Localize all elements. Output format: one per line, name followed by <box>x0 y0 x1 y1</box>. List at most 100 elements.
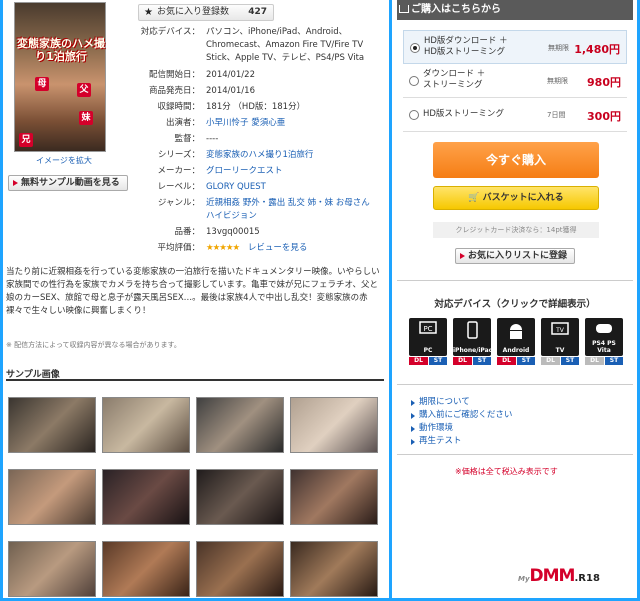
tv-icon: TV <box>551 322 569 335</box>
device-ps4-vita[interactable]: PS4 PS Vita DL ST <box>585 318 623 365</box>
info-value: 2014/01/16 <box>206 86 255 96</box>
info-key: 対応デバイス： <box>140 27 200 37</box>
product-detail: 変態家族のハメ撮り1泊旅行 母 父 妹 兄 イメージを拡大 無料サンプル動画を見… <box>6 0 384 601</box>
cover-image[interactable]: 変態家族のハメ撮り1泊旅行 母 父 妹 兄 <box>14 2 106 152</box>
option-hd-download-streaming[interactable]: HD版ダウンロード ＋ HD版ストリーミング 無期限 1,480円 <box>403 30 627 64</box>
info-value: パソコン、iPhone/iPad、Android、Chromecast、Amaz… <box>206 27 365 63</box>
cover-title: 変態家族のハメ撮り1泊旅行 <box>17 37 105 63</box>
favorites-count: 427 <box>248 7 267 17</box>
device-pc[interactable]: PC PC DL ST <box>409 318 447 365</box>
info-row-director: 監督： ---- <box>118 133 384 146</box>
column-divider <box>389 0 392 601</box>
option-period: 7日間 <box>547 111 566 119</box>
cast-link[interactable]: 小早川怜子 愛須心亜 <box>206 117 378 130</box>
sample-thumbnail[interactable] <box>196 469 284 525</box>
info-key: シリーズ： <box>157 150 200 160</box>
sample-thumbnail[interactable] <box>290 397 378 453</box>
info-row-duration: 収録時間： 181分 （HD版：181分） <box>118 101 384 114</box>
option-price: 300円 <box>587 110 621 123</box>
devices-title[interactable]: 対応デバイス（クリックで詳細表示） <box>397 296 633 310</box>
link-playback-test[interactable]: 再生テスト <box>411 435 621 447</box>
svg-text:TV: TV <box>555 327 565 334</box>
sample-thumbnail[interactable] <box>196 541 284 597</box>
device-tv[interactable]: TV TV DL ST <box>541 318 579 365</box>
info-row-release: 配信開始日： 2014/01/22 <box>118 69 384 82</box>
phone-icon <box>467 321 478 339</box>
credit-card-points-note: クレジットカード決済なら：14pt獲得 <box>433 222 599 238</box>
sample-thumbnail[interactable] <box>290 541 378 597</box>
sample-thumbnail[interactable] <box>102 469 190 525</box>
favorites-label: お気に入り登録数 <box>157 7 230 17</box>
info-row-series: シリーズ： 変態家族のハメ撮り1泊旅行 <box>118 149 384 162</box>
product-info-table: 対応デバイス： パソコン、iPhone/iPad、Android、Chromec… <box>118 26 384 258</box>
basket-icon: 🛒 <box>468 193 480 203</box>
link-environment[interactable]: 動作環境 <box>411 422 621 434</box>
buy-now-button[interactable]: 今すぐ購入 <box>433 142 599 178</box>
link-precheck[interactable]: 購入前にご確認ください <box>411 409 621 421</box>
sample-thumbnail[interactable] <box>8 469 96 525</box>
info-value: 13vgq00015 <box>206 227 260 237</box>
purchase-panel: ご購入はこちらから HD版ダウンロード ＋ HD版ストリーミング 無期限 1,48… <box>397 0 633 601</box>
radio-button[interactable] <box>410 43 420 53</box>
basket-label: バスケットに入れる <box>482 193 564 203</box>
series-link[interactable]: 変態家族のハメ撮り1泊旅行 <box>206 149 378 162</box>
option-period: 無期限 <box>547 77 568 85</box>
add-fav-label: お気に入りリストに登録 <box>468 251 568 261</box>
info-value: 181分 （HD版：181分） <box>206 102 306 112</box>
gamepad-icon <box>596 324 612 333</box>
info-key: 品番： <box>174 227 200 237</box>
option-price: 980円 <box>587 76 621 89</box>
info-row-rating: 平均評価： ★★★★★ レビューを見る <box>118 242 384 255</box>
add-to-favorites-button[interactable]: お気に入りリストに登録 <box>455 248 575 264</box>
sample-thumbnail[interactable] <box>8 541 96 597</box>
purchase-heading-text: ご購入はこちらから <box>411 4 501 15</box>
sample-images-heading: サンプル画像 <box>6 367 384 381</box>
cover-tag: 母 <box>35 77 49 91</box>
option-period: 無期限 <box>548 44 569 52</box>
purchase-options: HD版ダウンロード ＋ HD版ストリーミング 無期限 1,480円 ダウンロード … <box>403 30 627 132</box>
sample-video-button[interactable]: 無料サンプル動画を見る <box>8 175 128 191</box>
info-key: 平均評価： <box>157 243 200 253</box>
info-row-code: 品番： 13vgq00015 <box>118 226 384 239</box>
sample-thumbnail[interactable] <box>102 541 190 597</box>
option-download-streaming[interactable]: ダウンロード ＋ストリーミング 無期限 980円 <box>403 64 627 98</box>
sample-thumbnail[interactable] <box>290 469 378 525</box>
device-iphone-ipad[interactable]: iPhone/iPad DL ST <box>453 318 493 365</box>
device-android[interactable]: Android DL ST <box>497 318 535 365</box>
review-link[interactable]: レビューを見る <box>248 243 308 253</box>
divider <box>397 280 633 281</box>
option-hd-streaming[interactable]: HD版ストリーミング 7日間 300円 <box>403 98 627 132</box>
info-key: レーベル： <box>157 182 200 192</box>
device-icons: PC PC DL ST iPhone/iPad DL ST Android DL… <box>409 318 625 372</box>
cart-icon <box>399 5 409 13</box>
sample-thumbnail[interactable] <box>102 397 190 453</box>
cover-tag: 兄 <box>19 133 33 147</box>
label-link[interactable]: GLORY QUEST <box>206 181 378 194</box>
rating-stars-icon: ★★★★★ <box>206 243 240 253</box>
add-to-basket-button[interactable]: 🛒 バスケットに入れる <box>433 186 599 210</box>
dmm-r18-logo[interactable]: MyDMM.R18 <box>518 566 600 586</box>
sample-thumbnail[interactable] <box>196 397 284 453</box>
genre-links[interactable]: 近親相姦 野外・露出 乱交 姉・妹 お母さん ハイビジョン <box>206 197 378 223</box>
maker-link[interactable]: グローリークエスト <box>206 165 378 178</box>
enlarge-image-link[interactable]: イメージを拡大 <box>36 155 92 166</box>
option-label: HD版ダウンロード ＋ HD版ストリーミング <box>424 36 508 57</box>
info-key: メーカー： <box>157 166 200 176</box>
info-key: 収録時間： <box>157 102 200 112</box>
link-period[interactable]: 期限について <box>411 396 621 408</box>
info-key: 監督： <box>174 134 200 144</box>
option-label: HD版ストリーミング <box>423 109 504 119</box>
cover-tag: 父 <box>77 83 91 97</box>
info-row-maker: メーカー： グローリークエスト <box>118 165 384 178</box>
info-row-devices: 対応デバイス： パソコン、iPhone/iPad、Android、Chromec… <box>118 26 384 65</box>
radio-button[interactable] <box>409 110 419 120</box>
sample-thumbnail[interactable] <box>8 397 96 453</box>
delivery-note: ※ 配信方法によって収録内容が異なる場合があります。 <box>6 341 181 349</box>
radio-button[interactable] <box>409 76 419 86</box>
divider <box>397 454 633 455</box>
info-row-cast: 出演者： 小早川怜子 愛須心亜 <box>118 117 384 130</box>
cover-tag: 妹 <box>79 111 93 125</box>
info-row-label: レーベル： GLORY QUEST <box>118 181 384 194</box>
arrow-icon <box>460 253 465 259</box>
android-icon <box>510 324 522 339</box>
